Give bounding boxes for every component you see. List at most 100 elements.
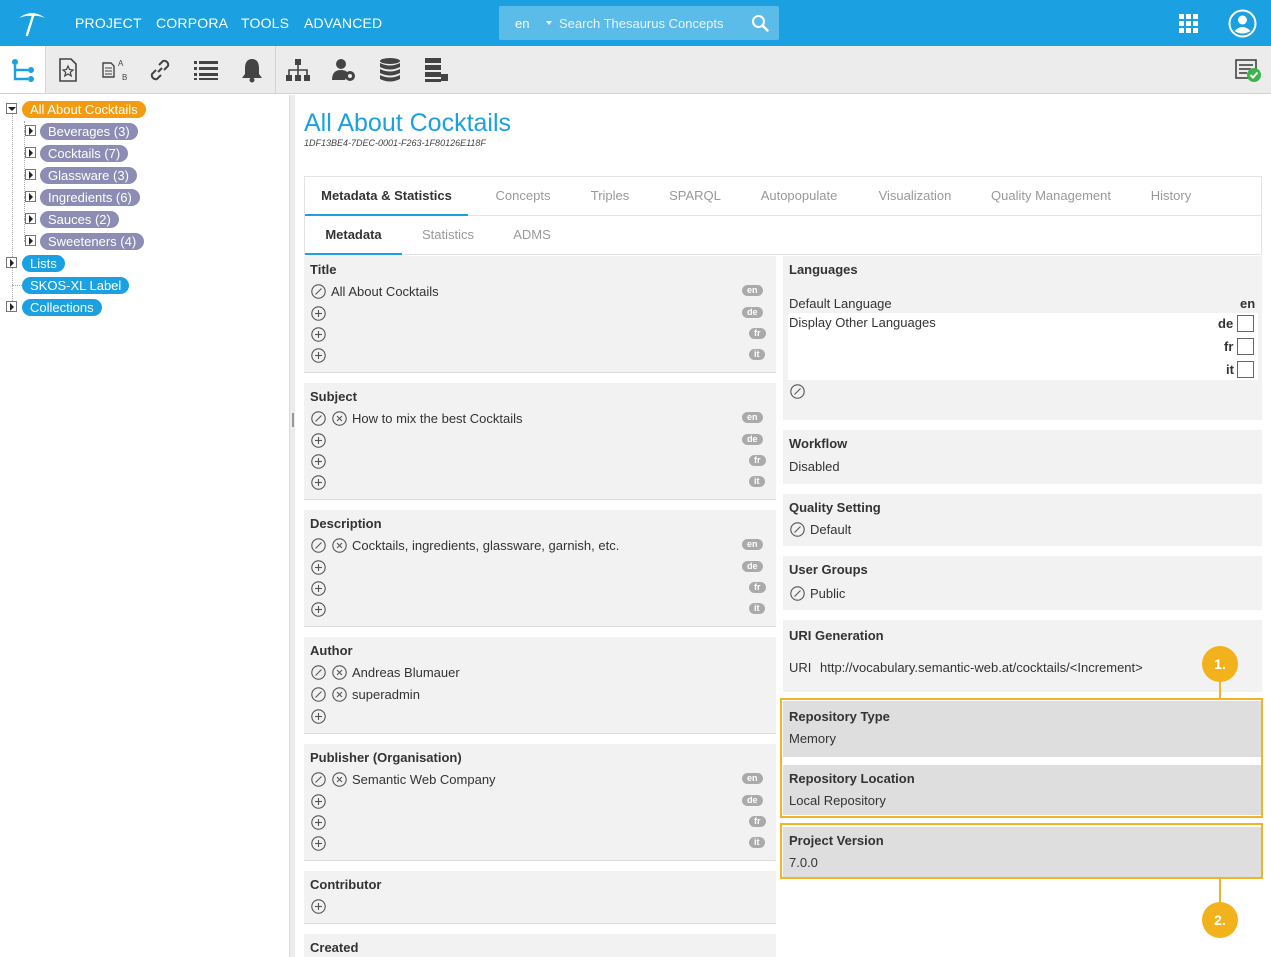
apps-grid-icon[interactable] <box>1179 14 1198 33</box>
tab-sparql[interactable]: SPARQL <box>657 177 733 216</box>
title-panel: Title All About Cocktails en de fr it <box>304 256 776 373</box>
add-icon[interactable] <box>311 327 326 342</box>
tab-autopopulate[interactable]: Autopopulate <box>749 177 849 216</box>
tree-expand-toggle[interactable] <box>25 169 36 180</box>
add-icon[interactable] <box>311 475 326 490</box>
add-icon[interactable] <box>311 306 326 321</box>
favorites-icon <box>59 57 77 82</box>
search-icon[interactable] <box>751 14 769 32</box>
favorites-button[interactable] <box>45 46 91 93</box>
tree-label[interactable]: Sauces (2) <box>40 211 119 228</box>
user-settings-icon <box>332 58 355 81</box>
edit-icon[interactable] <box>790 522 805 537</box>
add-icon[interactable] <box>311 581 326 596</box>
tree-expand-toggle[interactable] <box>25 235 36 246</box>
lang-badge-fr: fr <box>749 816 766 827</box>
remove-icon[interactable] <box>332 772 347 787</box>
subtab-statistics[interactable]: Statistics <box>409 216 487 255</box>
remove-icon[interactable] <box>332 665 347 680</box>
list-button[interactable] <box>183 46 229 93</box>
edit-icon[interactable] <box>311 411 326 426</box>
nav-project[interactable]: PROJECT <box>75 15 142 31</box>
search-language-select[interactable]: en <box>515 16 529 31</box>
language-it-checkbox[interactable] <box>1237 361 1254 378</box>
tree-label[interactable]: Beverages (3) <box>40 123 138 140</box>
label-translate-button[interactable]: A B <box>91 46 137 93</box>
lang-badge-en: en <box>742 539 763 550</box>
user-account-icon[interactable] <box>1228 9 1257 38</box>
tree-label[interactable]: Collections <box>22 299 102 316</box>
edit-icon[interactable] <box>311 665 326 680</box>
tab-triples[interactable]: Triples <box>579 177 641 216</box>
tree-label[interactable]: Glassware (3) <box>40 167 137 184</box>
add-icon[interactable] <box>311 454 326 469</box>
validation-report-button[interactable] <box>1225 46 1271 93</box>
nav-tools[interactable]: TOOLS <box>241 15 289 31</box>
nav-advanced[interactable]: ADVANCED <box>304 15 382 31</box>
tree-root-label[interactable]: All About Cocktails <box>22 101 146 118</box>
tab-metadata-statistics[interactable]: Metadata & Statistics <box>305 177 468 216</box>
subtab-adms[interactable]: ADMS <box>501 216 563 255</box>
tree-expand-toggle[interactable] <box>25 213 36 224</box>
workflow-label: Workflow <box>789 436 848 451</box>
add-icon[interactable] <box>311 348 326 363</box>
poolparty-logo-icon[interactable] <box>16 9 48 37</box>
tree-label[interactable]: Sweeteners (4) <box>40 233 145 250</box>
tree-expand-toggle[interactable] <box>25 191 36 202</box>
tree-label[interactable]: SKOS-XL Label <box>22 277 130 294</box>
callout-badge-1: 1. <box>1202 646 1238 682</box>
language-de-checkbox[interactable] <box>1237 315 1254 332</box>
main-tabs: Metadata & Statistics Concepts Triples S… <box>304 176 1262 216</box>
add-icon[interactable] <box>311 433 326 448</box>
edit-icon[interactable] <box>311 538 326 553</box>
add-icon[interactable] <box>311 815 326 830</box>
languages-panel: Languages Default Language en Display Ot… <box>783 256 1262 420</box>
edit-icon[interactable] <box>311 687 326 702</box>
remove-icon[interactable] <box>332 687 347 702</box>
database-server-button[interactable] <box>413 46 459 93</box>
remove-icon[interactable] <box>332 411 347 426</box>
tab-quality-management[interactable]: Quality Management <box>981 177 1121 216</box>
add-icon[interactable] <box>311 709 326 724</box>
lang-badge-it: it <box>749 476 765 487</box>
tab-visualization[interactable]: Visualization <box>865 177 965 216</box>
tab-concepts[interactable]: Concepts <box>483 177 563 216</box>
label-translate-icon: A B <box>102 59 127 82</box>
add-icon[interactable] <box>311 836 326 851</box>
subtab-metadata[interactable]: Metadata <box>305 216 402 255</box>
add-icon[interactable] <box>311 899 326 914</box>
remove-icon[interactable] <box>332 538 347 553</box>
edit-icon[interactable] <box>790 384 805 399</box>
tree-expand-toggle[interactable] <box>25 147 36 158</box>
search-input[interactable] <box>559 13 739 33</box>
hierarchy-tree-icon <box>12 58 34 82</box>
add-icon[interactable] <box>311 602 326 617</box>
link-button[interactable] <box>137 46 183 93</box>
tree-expand-toggle[interactable] <box>25 125 36 136</box>
edit-icon[interactable] <box>311 772 326 787</box>
tab-history[interactable]: History <box>1137 177 1205 216</box>
tree-label[interactable]: Cocktails (7) <box>40 145 129 162</box>
chevron-down-icon[interactable] <box>546 21 552 25</box>
user-settings-button[interactable] <box>321 46 367 93</box>
add-icon[interactable] <box>311 560 326 575</box>
nav-corpora[interactable]: CORPORA <box>156 15 228 31</box>
splitter-grip[interactable] <box>292 413 294 427</box>
tree-label[interactable]: Ingredients (6) <box>40 189 140 206</box>
database-button[interactable] <box>367 46 413 93</box>
edit-icon[interactable] <box>790 586 805 601</box>
language-fr-checkbox[interactable] <box>1237 338 1254 355</box>
org-chart-button[interactable] <box>275 46 321 93</box>
tree-expand-toggle[interactable] <box>6 257 17 268</box>
edit-icon[interactable] <box>311 284 326 299</box>
thesaurus-tree: All About Cocktails Beverages (3) Cockta… <box>0 95 289 957</box>
tree-label[interactable]: Lists <box>22 255 65 272</box>
tree-collapse-toggle[interactable] <box>6 103 17 114</box>
notification-button[interactable] <box>229 46 275 93</box>
lang-badge-de: de <box>742 307 763 318</box>
tree-expand-toggle[interactable] <box>6 301 17 312</box>
callout-connector <box>1219 879 1221 903</box>
add-icon[interactable] <box>311 794 326 809</box>
panel-splitter[interactable] <box>289 95 295 957</box>
hierarchy-tree-button[interactable] <box>0 46 46 93</box>
